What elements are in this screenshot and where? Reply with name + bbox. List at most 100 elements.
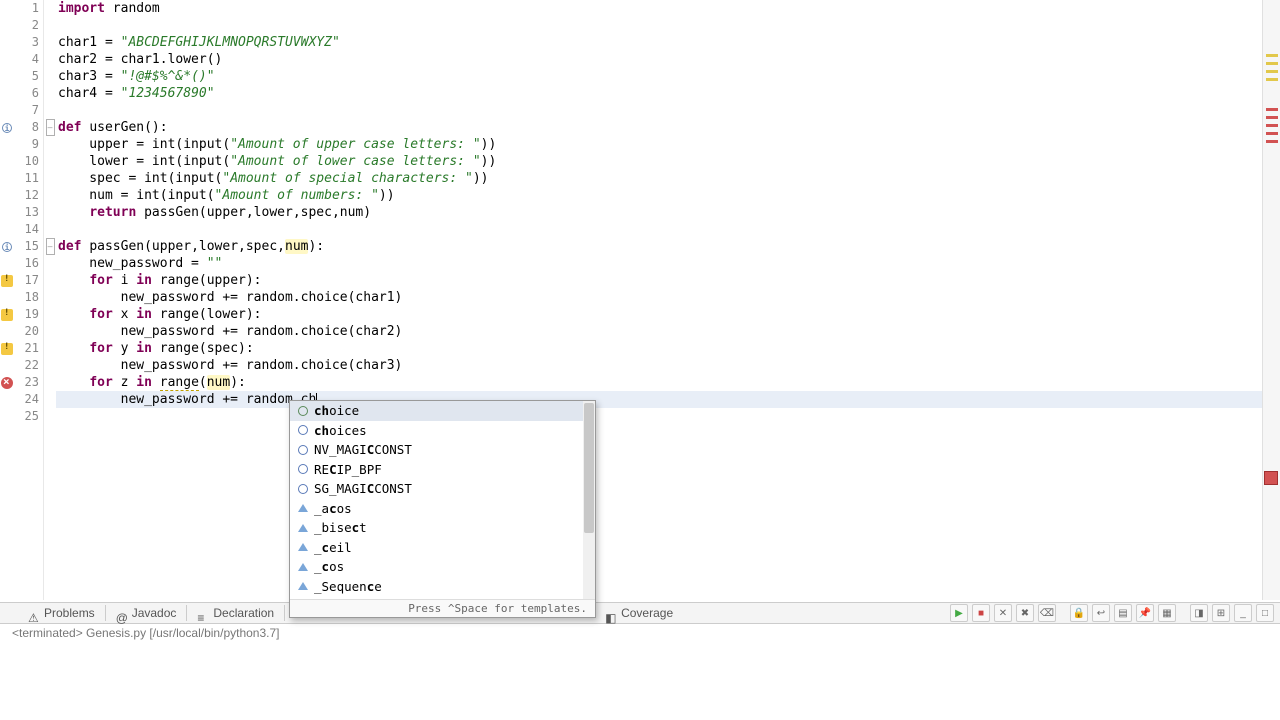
autocomplete-item[interactable]: _ceil	[290, 538, 595, 558]
stop-button[interactable]: ■	[972, 604, 990, 622]
fold-toggle[interactable]: –	[46, 119, 55, 136]
pin-console-button[interactable]: 📌	[1136, 604, 1154, 622]
autocomplete-item[interactable]: NV_MAGICCONST	[290, 440, 595, 460]
code-line[interactable]: for i in range(upper):	[56, 272, 1262, 289]
info-icon[interactable]: i	[2, 242, 12, 252]
remove-all-button[interactable]: ✖	[1016, 604, 1034, 622]
code-line[interactable]: char3 = "!@#$%^&*()"	[56, 68, 1262, 85]
code-line[interactable]: char2 = char1.lower()	[56, 51, 1262, 68]
code-line[interactable]: for y in range(spec):	[56, 340, 1262, 357]
code-line[interactable]: num = int(input("Amount of numbers: "))	[56, 187, 1262, 204]
code-line[interactable]	[56, 221, 1262, 238]
autocomplete-item[interactable]: _acos	[290, 499, 595, 519]
autocomplete-item[interactable]: choice	[290, 401, 595, 421]
autocomplete-item[interactable]: _Sequence	[290, 577, 595, 597]
line-number: 3	[14, 34, 39, 51]
autocomplete-scrollbar[interactable]	[583, 401, 595, 599]
code-line[interactable]: def userGen():	[56, 119, 1262, 136]
line-number: 6	[14, 85, 39, 102]
line-number: 25	[14, 408, 39, 425]
overview-ruler[interactable]	[1262, 0, 1280, 600]
field-icon	[298, 425, 308, 435]
line-number: 5	[14, 68, 39, 85]
code-line[interactable]	[56, 102, 1262, 119]
code-line[interactable]: for z in range(num):	[56, 374, 1262, 391]
tab-declaration[interactable]: ≡Declaration	[187, 602, 284, 624]
ruler-mark[interactable]	[1266, 132, 1278, 135]
ruler-mark[interactable]	[1266, 62, 1278, 65]
warning-icon[interactable]	[1, 343, 13, 355]
word-wrap-button[interactable]: ↩	[1092, 604, 1110, 622]
tab-coverage[interactable]: ◧Coverage	[595, 602, 683, 624]
autocomplete-label: _acos	[314, 499, 352, 519]
line-number: 12	[14, 187, 39, 204]
console-toolbar: ▶ ■ ✕ ✖ ⌫ 🔒 ↩ ▤ 📌 ▦ ◨ ⊞ _ □	[950, 604, 1280, 622]
minimize-button[interactable]: _	[1234, 604, 1252, 622]
autocomplete-label: _cos	[314, 557, 344, 577]
autocomplete-item[interactable]: _bisect	[290, 518, 595, 538]
code-line[interactable]	[56, 408, 1262, 425]
code-line[interactable]: return passGen(upper,lower,spec,num)	[56, 204, 1262, 221]
line-number: 1	[14, 0, 39, 17]
variable-icon	[298, 563, 308, 571]
code-line[interactable]: new_password += random.ch	[56, 391, 1262, 408]
autocomplete-item[interactable]: _dict	[290, 596, 595, 599]
line-number: 14	[14, 221, 39, 238]
autocomplete-list[interactable]: choicechoicesNV_MAGICCONSTRECIP_BPFSG_MA…	[290, 401, 595, 599]
gutter-icons: ii	[0, 0, 14, 600]
clear-button[interactable]: ⌫	[1038, 604, 1056, 622]
autocomplete-item[interactable]: choices	[290, 421, 595, 441]
code-line[interactable]: new_password += random.choice(char3)	[56, 357, 1262, 374]
ruler-mark[interactable]	[1266, 54, 1278, 57]
show-console-button[interactable]: ▤	[1114, 604, 1132, 622]
ruler-mark[interactable]	[1266, 70, 1278, 73]
line-number: 16	[14, 255, 39, 272]
line-number: 15	[14, 238, 39, 255]
fold-toggle[interactable]: –	[46, 238, 55, 255]
autocomplete-item[interactable]: SG_MAGICCONST	[290, 479, 595, 499]
new-console-button[interactable]: ⊞	[1212, 604, 1230, 622]
code-line[interactable]: char1 = "ABCDEFGHIJKLMNOPQRSTUVWXYZ"	[56, 34, 1262, 51]
info-icon[interactable]: i	[2, 123, 12, 133]
variable-icon	[298, 582, 308, 590]
ruler-mark[interactable]	[1266, 78, 1278, 81]
code-line[interactable]	[56, 17, 1262, 34]
autocomplete-label: SG_MAGICCONST	[314, 479, 412, 499]
field-icon	[298, 484, 308, 494]
error-icon[interactable]	[1, 377, 13, 389]
code-line[interactable]: lower = int(input("Amount of lower case …	[56, 153, 1262, 170]
code-line[interactable]: char4 = "1234567890"	[56, 85, 1262, 102]
code-line[interactable]: for x in range(lower):	[56, 306, 1262, 323]
display-button[interactable]: ▦	[1158, 604, 1176, 622]
ruler-mark[interactable]	[1266, 116, 1278, 119]
code-line[interactable]: import random	[56, 0, 1262, 17]
ruler-mark[interactable]	[1266, 108, 1278, 111]
code-line[interactable]: new_password = ""	[56, 255, 1262, 272]
scrollbar-thumb[interactable]	[584, 403, 594, 533]
code-line[interactable]: spec = int(input("Amount of special char…	[56, 170, 1262, 187]
tab-javadoc[interactable]: @Javadoc	[106, 602, 187, 624]
warning-icon[interactable]	[1, 309, 13, 321]
code-area[interactable]: import random char1 = "ABCDEFGHIJKLMNOPQR…	[56, 0, 1262, 600]
code-line[interactable]: def passGen(upper,lower,spec,num):	[56, 238, 1262, 255]
open-console-button[interactable]: ◨	[1190, 604, 1208, 622]
warning-icon[interactable]	[1, 275, 13, 287]
code-line[interactable]: new_password += random.choice(char2)	[56, 323, 1262, 340]
scroll-lock-button[interactable]: 🔒	[1070, 604, 1088, 622]
rerun-button[interactable]: ▶	[950, 604, 968, 622]
code-line[interactable]: new_password += random.choice(char1)	[56, 289, 1262, 306]
autocomplete-item[interactable]: _cos	[290, 557, 595, 577]
autocomplete-label: _Sequence	[314, 577, 382, 597]
error-indicator[interactable]	[1264, 471, 1278, 485]
maximize-button[interactable]: □	[1256, 604, 1274, 622]
ruler-mark[interactable]	[1266, 124, 1278, 127]
ruler-mark[interactable]	[1266, 140, 1278, 143]
autocomplete-item[interactable]: RECIP_BPF	[290, 460, 595, 480]
tab-problems[interactable]: ⚠Problems	[0, 602, 105, 624]
autocomplete-label: _bisect	[314, 518, 367, 538]
line-number: 24	[14, 391, 39, 408]
line-number: 13	[14, 204, 39, 221]
code-line[interactable]: upper = int(input("Amount of upper case …	[56, 136, 1262, 153]
line-number: 22	[14, 357, 39, 374]
remove-launch-button[interactable]: ✕	[994, 604, 1012, 622]
